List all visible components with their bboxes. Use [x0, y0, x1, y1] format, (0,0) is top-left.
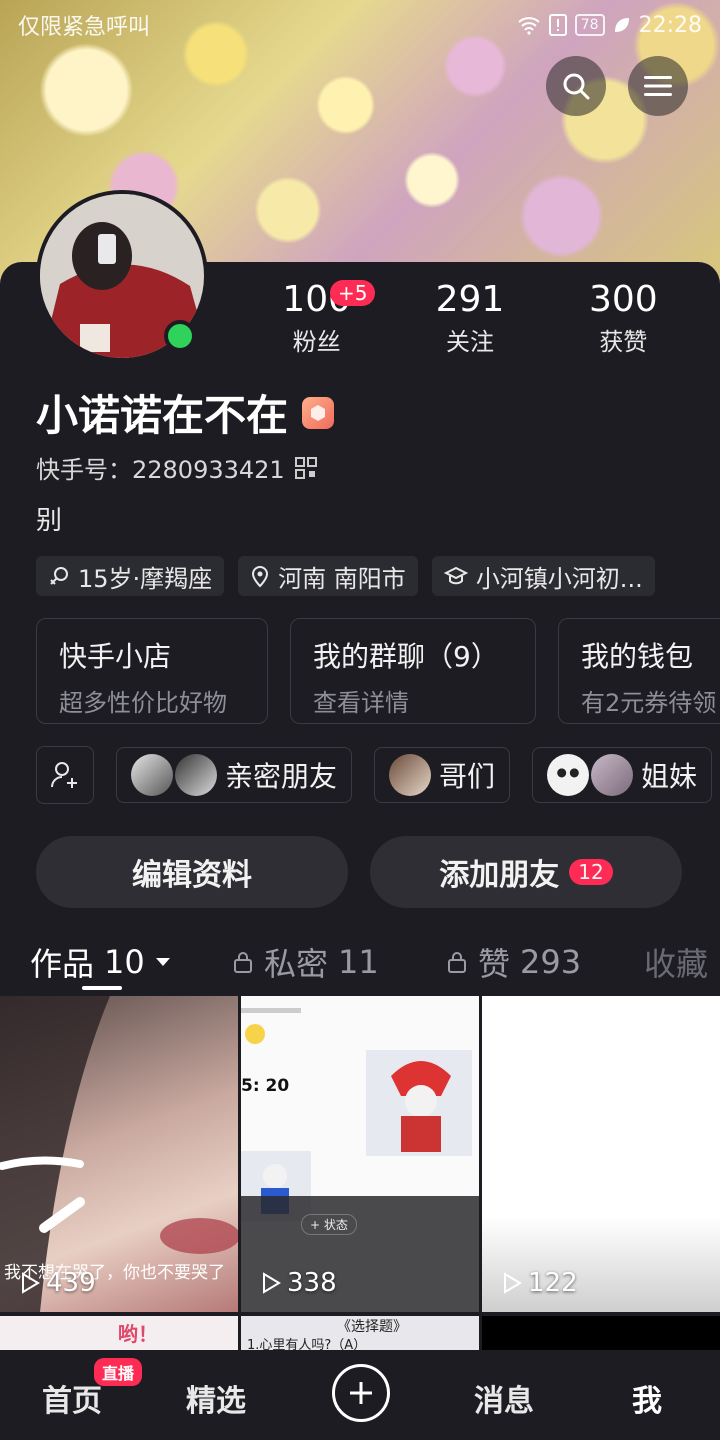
- friend-groups: 亲密朋友 哥们 姐妹: [36, 746, 720, 804]
- play-count: 439: [20, 1268, 96, 1298]
- nav-me[interactable]: 我: [632, 1376, 662, 1420]
- tab-likes[interactable]: 赞 293: [446, 939, 581, 985]
- add-friends-button[interactable]: 添加朋友 12: [370, 836, 682, 908]
- video-thumbnail[interactable]: 《选择题》 1.心里有人吗?（A）: [241, 1316, 479, 1350]
- live-badge: 直播: [94, 1358, 143, 1386]
- video-grid: 我不想在哭了，你也不要哭了 439 5: 20 + 状态 338 122 哟！ …: [0, 996, 720, 1350]
- buddies-chip[interactable]: 哥们: [374, 747, 511, 803]
- nav-messages[interactable]: 消息: [474, 1376, 534, 1420]
- graduation-cap-icon: [443, 566, 468, 585]
- following-label: 关注: [445, 328, 494, 356]
- likes-stat[interactable]: 300 获赞: [589, 278, 658, 357]
- create-button[interactable]: [332, 1364, 390, 1422]
- add-friend-group-button[interactable]: [36, 746, 94, 804]
- battery-indicator: 78: [574, 14, 605, 36]
- friend-avatar: [591, 754, 634, 796]
- profile-stats: 100 粉丝 291 关注 300 获赞: [240, 278, 700, 357]
- following-count: 291: [435, 279, 505, 320]
- profile-actions: 编辑资料 添加朋友 12: [36, 836, 682, 908]
- caret-down-icon: [155, 958, 170, 966]
- school-tag[interactable]: 小河镇小河初...: [431, 556, 655, 596]
- level-badge-icon[interactable]: [302, 396, 335, 429]
- tab-private[interactable]: 私密 11: [232, 939, 379, 985]
- location-tag[interactable]: 河南 南阳市: [238, 556, 418, 596]
- qr-code-icon[interactable]: [294, 456, 317, 479]
- play-count: 122: [502, 1268, 578, 1298]
- add-person-icon: [51, 762, 77, 788]
- group-chat-card[interactable]: 我的群聊（9） 查看详情: [290, 618, 536, 724]
- edit-profile-button[interactable]: 编辑资料: [36, 836, 348, 908]
- location-pin-icon: [252, 566, 269, 588]
- nav-featured[interactable]: 精选: [186, 1376, 246, 1420]
- status-bar: 仅限紧急呼叫 78 22:28: [0, 0, 720, 50]
- lock-icon: [234, 952, 252, 973]
- active-tab-indicator: [82, 986, 122, 990]
- carrier-text: 仅限紧急呼叫: [18, 15, 151, 40]
- bottom-navigation: 首页 直播 精选 消息 我: [0, 1350, 720, 1440]
- close-friends-chip[interactable]: 亲密朋友: [116, 747, 353, 803]
- friend-avatar: [131, 754, 173, 796]
- video-thumbnail[interactable]: [482, 1316, 720, 1350]
- thumbnail-status-chip: + 状态: [301, 1214, 357, 1235]
- profile-tags: 15岁·摩羯座 河南 南阳市 小河镇小河初...: [36, 556, 655, 596]
- following-stat[interactable]: 291 关注: [436, 278, 505, 357]
- new-followers-badge: +5: [330, 280, 376, 306]
- menu-button[interactable]: [628, 56, 688, 116]
- nav-home[interactable]: 首页: [42, 1376, 102, 1420]
- friend-avatar: [175, 754, 217, 796]
- friend-avatar: [547, 754, 590, 796]
- video-thumbnail[interactable]: 哟！: [0, 1316, 238, 1350]
- wallet-card[interactable]: 我的钱包 有2元券待领: [558, 618, 720, 724]
- tab-works[interactable]: 作品 10: [30, 939, 171, 985]
- sim-alert-icon: [548, 14, 567, 36]
- followers-label: 粉丝: [292, 328, 341, 356]
- tab-favorites[interactable]: 收藏: [644, 939, 708, 985]
- video-thumbnail[interactable]: 我不想在哭了，你也不要哭了 439: [0, 996, 238, 1312]
- video-thumbnail[interactable]: 122: [482, 996, 720, 1312]
- profile-name: 小诺诺在不在: [36, 391, 289, 440]
- play-icon: [263, 1272, 281, 1294]
- play-icon: [504, 1272, 522, 1294]
- search-button[interactable]: [546, 56, 606, 116]
- kuaishou-id[interactable]: 快手号：2280933421: [36, 450, 285, 485]
- hamburger-icon: [644, 76, 672, 96]
- add-friends-badge: 12: [569, 859, 613, 885]
- clock: 22:28: [638, 12, 702, 38]
- wifi-icon: [518, 17, 540, 35]
- plus-icon: [350, 1382, 372, 1404]
- friend-avatar: [389, 754, 432, 796]
- gender-icon: [50, 567, 68, 585]
- age-zodiac-tag[interactable]: 15岁·摩羯座: [36, 556, 225, 596]
- content-tabs: 作品 10 私密 11 赞 293 收藏: [0, 930, 720, 994]
- feature-cards: 快手小店 超多性价比好物 我的群聊（9） 查看详情 我的钱包 有2元券待领: [36, 618, 720, 724]
- shop-card[interactable]: 快手小店 超多性价比好物: [36, 618, 268, 724]
- play-icon: [22, 1272, 40, 1294]
- leaf-icon: [614, 18, 629, 32]
- likes-label: 获赞: [599, 328, 648, 356]
- search-icon: [563, 73, 590, 100]
- likes-count: 300: [588, 279, 658, 320]
- online-status-dot: [164, 320, 196, 352]
- thumbnail-art: [241, 1008, 479, 1312]
- play-count: 338: [261, 1268, 337, 1298]
- thumbnail-time-text: 5: 20: [241, 1076, 290, 1096]
- profile-bio: 别: [36, 506, 63, 536]
- video-thumbnail[interactable]: 5: 20 + 状态 338: [241, 996, 479, 1312]
- sisters-chip[interactable]: 姐妹: [532, 747, 713, 803]
- lock-icon: [448, 952, 466, 973]
